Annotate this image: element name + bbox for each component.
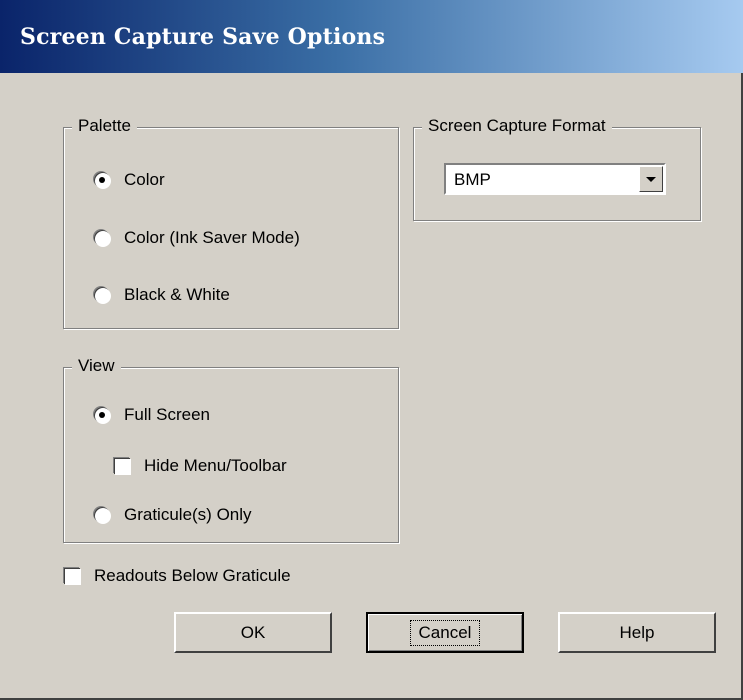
readouts-label: Readouts Below Graticule (94, 566, 291, 585)
format-selected-value: BMP (454, 170, 491, 189)
format-dropdown[interactable]: BMP (444, 163, 666, 195)
checkbox[interactable] (64, 568, 80, 584)
palette-option-black-white[interactable]: Black & White (94, 285, 230, 305)
radio-button[interactable] (94, 507, 110, 523)
palette-option-label: Black & White (124, 285, 230, 304)
radio-button[interactable] (94, 407, 110, 423)
format-group-label: Screen Capture Format (422, 116, 612, 136)
title-bar[interactable]: Screen Capture Save Options (0, 0, 743, 73)
palette-group-label: Palette (72, 116, 137, 136)
palette-option-label: Color (Ink Saver Mode) (124, 228, 300, 247)
cancel-button-label: Cancel (409, 619, 481, 646)
view-option-label: Graticule(s) Only (124, 505, 252, 524)
readouts-below-graticule-checkbox[interactable]: Readouts Below Graticule (64, 566, 291, 586)
hide-menu-label: Hide Menu/Toolbar (144, 456, 287, 475)
ok-button[interactable]: OK (174, 612, 332, 653)
hide-menu-toolbar-checkbox[interactable]: Hide Menu/Toolbar (114, 456, 287, 476)
dropdown-button[interactable] (639, 166, 663, 192)
checkbox[interactable] (114, 458, 130, 474)
cancel-button[interactable]: Cancel (366, 612, 524, 653)
view-option-label: Full Screen (124, 405, 210, 424)
view-group-label: View (72, 356, 121, 376)
help-button-label: Help (619, 622, 655, 642)
radio-button[interactable] (94, 230, 110, 246)
view-option-full-screen[interactable]: Full Screen (94, 405, 210, 425)
palette-option-ink-saver[interactable]: Color (Ink Saver Mode) (94, 228, 300, 248)
radio-button[interactable] (94, 172, 110, 188)
radio-button[interactable] (94, 287, 110, 303)
window-title: Screen Capture Save Options (20, 24, 386, 50)
view-option-graticule-only[interactable]: Graticule(s) Only (94, 505, 252, 525)
help-button[interactable]: Help (558, 612, 716, 653)
chevron-down-icon (646, 176, 656, 182)
palette-option-label: Color (124, 170, 165, 189)
ok-button-label: OK (240, 622, 266, 642)
palette-option-color[interactable]: Color (94, 170, 165, 190)
